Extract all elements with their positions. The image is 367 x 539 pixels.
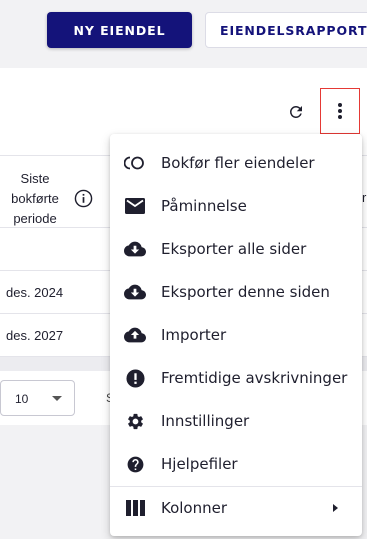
cloud-download-icon [124, 281, 146, 303]
menu-item-reminder[interactable]: Påminnelse [110, 185, 362, 228]
period-cell: des. 2027 [6, 328, 64, 343]
menu-item-help-files[interactable]: Hjelpefiler [110, 443, 362, 486]
menu-item-label: Bokfør fler eiendeler [161, 154, 315, 172]
column-header-line: Siste [20, 171, 50, 186]
column-header-line: bokførte [11, 191, 59, 206]
cloud-download-icon [124, 238, 146, 260]
help-circle-icon [124, 453, 146, 475]
columns-icon [124, 497, 146, 519]
menu-item-label: Innstillinger [161, 412, 250, 430]
period-cell: des. 2024 [6, 285, 64, 300]
menu-item-label: Påminnelse [161, 197, 247, 215]
menu-item-settings[interactable]: Innstillinger [110, 400, 362, 443]
menu-item-label: Importer [161, 326, 227, 344]
clipped-column-header: r [362, 190, 367, 205]
multiple-circles-icon [124, 152, 146, 174]
rows-per-page-select[interactable]: 10 [0, 380, 75, 416]
menu-item-export-this-page[interactable]: Eksporter denne siden [110, 271, 362, 314]
alert-circle-icon [124, 367, 146, 389]
menu-item-export-all-pages[interactable]: Eksporter alle sider [110, 228, 362, 271]
rows-per-page-value: 10 [15, 392, 29, 406]
more-vertical-icon [338, 103, 342, 119]
more-options-menu: Bokfør fler eiendeler Påminnelse Eksport… [110, 134, 362, 536]
refresh-icon [289, 105, 302, 118]
refresh-button[interactable] [284, 100, 308, 124]
column-header-line: periode [13, 211, 57, 226]
gear-icon [124, 410, 146, 432]
new-asset-button[interactable]: NY EIENDEL [47, 12, 192, 48]
chevron-right-icon [333, 504, 338, 512]
menu-item-label: Fremtidige avskrivninger [161, 369, 348, 387]
menu-item-label: Eksporter alle sider [161, 240, 307, 258]
menu-item-import[interactable]: Importer [110, 314, 362, 357]
info-icon[interactable] [74, 189, 93, 208]
mail-icon [124, 195, 146, 217]
more-options-button[interactable] [320, 88, 360, 134]
menu-item-label: Eksporter denne siden [161, 283, 330, 301]
asset-report-button[interactable]: EIENDELSRAPPORT [205, 12, 367, 48]
top-action-bar: NY EIENDEL EIENDELSRAPPORT [0, 0, 367, 68]
menu-item-label: Kolonner [161, 499, 228, 517]
menu-item-columns[interactable]: Kolonner [110, 487, 362, 530]
cloud-upload-icon [124, 324, 146, 346]
chevron-down-icon [52, 396, 62, 401]
menu-item-post-multiple-assets[interactable]: Bokfør fler eiendeler [110, 142, 362, 185]
column-header-last-posted-period[interactable]: Siste bokførte periode [4, 169, 66, 229]
menu-item-future-depreciation[interactable]: Fremtidige avskrivninger [110, 357, 362, 400]
menu-item-label: Hjelpefiler [161, 455, 238, 473]
